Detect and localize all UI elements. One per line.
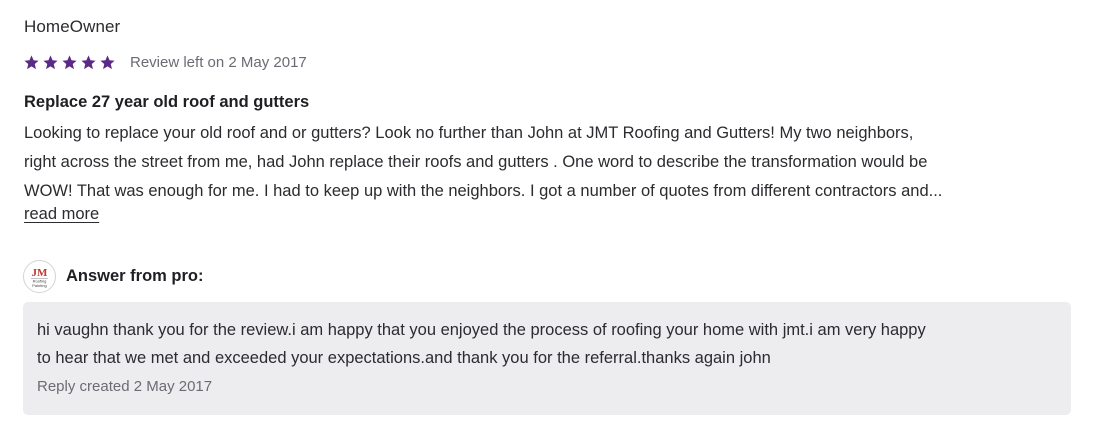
reply-text: hi vaughn thank you for the review.i am … [37,316,1057,372]
reply-text-line: hi vaughn thank you for the review.i am … [37,321,926,339]
review-body-line: WOW! That was enough for me. I had to ke… [24,182,943,200]
svg-text:Painting: Painting [32,283,46,288]
review-date: Review left on 2 May 2017 [130,53,307,71]
star-icon [43,54,58,69]
review-card: HomeOwner Review left on 2 May 2017 Repl… [0,0,1095,435]
star-icon [81,54,96,69]
review-body: Looking to replace your old roof and or … [24,119,1069,206]
read-more-link[interactable]: read more [24,205,99,224]
star-icon [100,54,115,69]
pro-reply-box: hi vaughn thank you for the review.i am … [23,302,1071,415]
answer-label: Answer from pro: [66,266,204,285]
reviewer-name: HomeOwner [24,17,121,36]
review-body-line: Looking to replace your old roof and or … [24,124,914,142]
rating-row: Review left on 2 May 2017 [23,51,307,73]
star-rating [23,54,116,71]
review-title: Replace 27 year old roof and gutters [24,93,310,111]
reply-date: Reply created 2 May 2017 [37,378,213,395]
svg-text:JM: JM [32,267,49,279]
answer-header: JM Roofing Painting Answer from pro: [23,258,204,294]
review-body-line: right across the street from me, had Joh… [24,153,928,171]
pro-avatar: JM Roofing Painting [23,259,56,293]
star-icon [24,54,39,69]
reply-text-line: to hear that we met and exceeded your ex… [37,349,771,367]
jmt-logo-icon: JM Roofing Painting [31,267,49,288]
star-icon [62,54,77,69]
